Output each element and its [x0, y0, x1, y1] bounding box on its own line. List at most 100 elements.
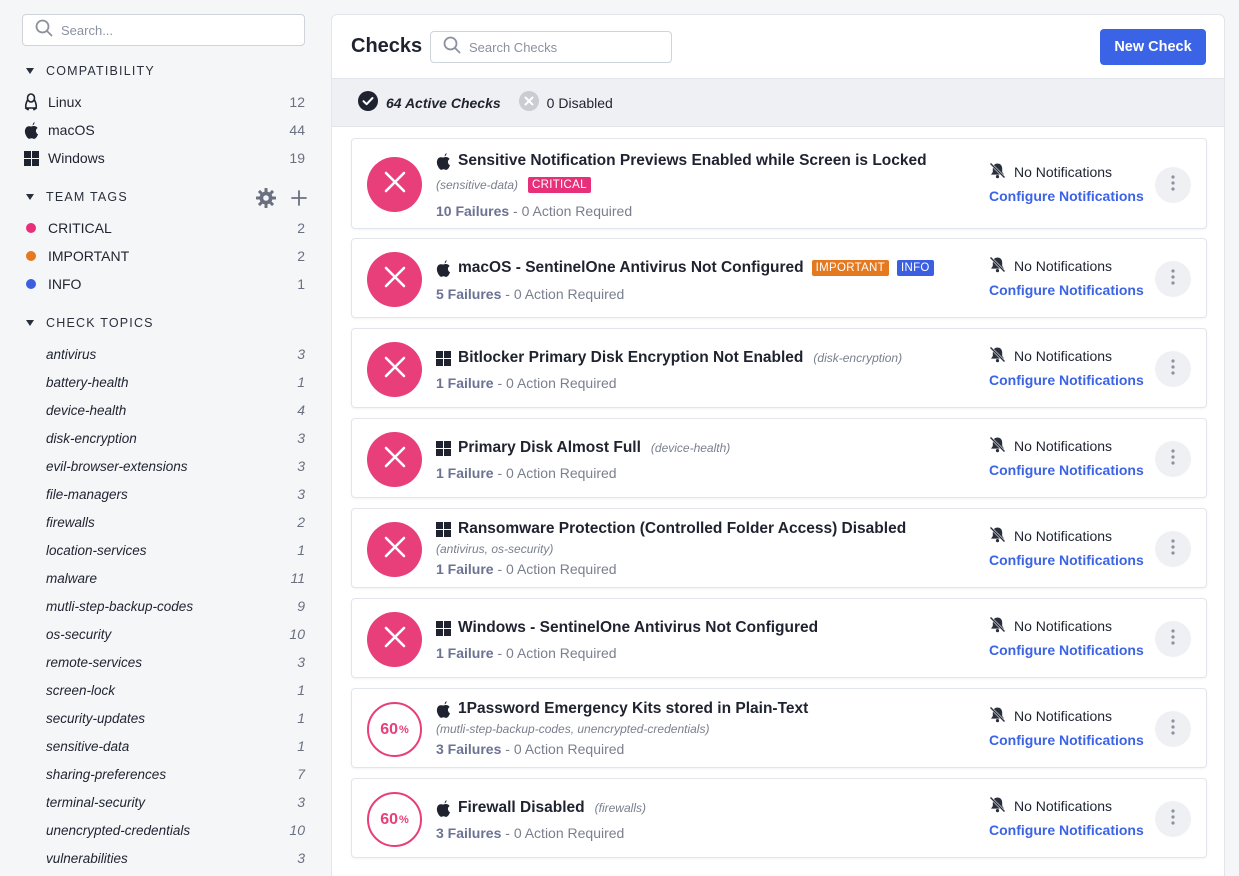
check-card[interactable]: Ransomware Protection (Controlled Folder… [351, 508, 1207, 588]
more-options-button[interactable] [1155, 167, 1191, 203]
check-card[interactable]: 60% Firewall Disabled (firewalls) 3 Failure… [351, 778, 1207, 858]
checks-header: Checks New Check [332, 15, 1224, 79]
configure-notifications-link[interactable]: Configure Notifications [989, 732, 1144, 748]
check-name[interactable]: Firewall Disabled [458, 799, 585, 817]
gear-icon[interactable] [255, 187, 277, 214]
failure-count[interactable]: 1 Failure [436, 645, 494, 661]
failure-count[interactable]: 1 Failure [436, 561, 494, 577]
sidebar-topic-sharing-preferences[interactable]: sharing-preferences 7 [22, 760, 305, 788]
sidebar-topic-remote-services[interactable]: remote-services 3 [22, 648, 305, 676]
sidebar-topic-malware[interactable]: malware 11 [22, 564, 305, 592]
windows-icon [436, 521, 452, 537]
check-name[interactable]: Ransomware Protection (Controlled Folder… [458, 520, 906, 538]
check-card[interactable]: Sensitive Notification Previews Enabled … [351, 138, 1207, 229]
check-card[interactable]: Primary Disk Almost Full (device-health) 1… [351, 418, 1207, 498]
topic-label: disk-encryption [46, 430, 137, 446]
more-options-button[interactable] [1155, 711, 1191, 747]
failed-status-indicator [367, 522, 422, 577]
configure-notifications-link[interactable]: Configure Notifications [989, 462, 1144, 478]
sidebar-topic-security-updates[interactable]: security-updates 1 [22, 704, 305, 732]
check-card[interactable]: Bitlocker Primary Disk Encryption Not En… [351, 328, 1207, 408]
check-card[interactable]: macOS - SentinelOne Antivirus Not Config… [351, 238, 1207, 318]
checks-search[interactable] [430, 31, 672, 63]
check-name[interactable]: 1Password Emergency Kits stored in Plain… [458, 700, 808, 718]
sidebar-item-important[interactable]: IMPORTANT 2 [22, 242, 305, 270]
check-topics-section-toggle[interactable]: CHECK TOPICS [22, 316, 154, 330]
failure-count[interactable]: 1 Failure [436, 375, 494, 391]
more-options-button[interactable] [1155, 441, 1191, 477]
sidebar-topic-battery-health[interactable]: battery-health 1 [22, 368, 305, 396]
configure-notifications-link[interactable]: Configure Notifications [989, 282, 1144, 298]
failure-count[interactable]: 1 Failure [436, 465, 494, 481]
tag-badge-critical: CRITICAL [528, 177, 591, 193]
kebab-menu-icon [1171, 358, 1175, 380]
disabled-checks-label: 0 Disabled [546, 94, 613, 111]
sidebar-topic-firewalls[interactable]: firewalls 2 [22, 508, 305, 536]
check-card[interactable]: 60% 1Password Emergency Kits stored in Pl… [351, 688, 1207, 768]
sidebar-search-input[interactable] [61, 22, 291, 38]
team-tags-heading: TEAM TAGS [46, 190, 128, 204]
topic-count: 3 [297, 346, 305, 362]
sidebar-topic-file-managers[interactable]: file-managers 3 [22, 480, 305, 508]
failure-summary: 10 Failures - 0 Action Required [436, 203, 632, 219]
sidebar-topic-os-security[interactable]: os-security 10 [22, 620, 305, 648]
team-tags-section-toggle[interactable]: TEAM TAGS [22, 190, 128, 204]
check-name[interactable]: Bitlocker Primary Disk Encryption Not En… [458, 349, 803, 367]
more-options-button[interactable] [1155, 261, 1191, 297]
more-options-button[interactable] [1155, 531, 1191, 567]
new-check-button[interactable]: New Check [1100, 29, 1206, 65]
failure-count[interactable]: 3 Failures [436, 741, 501, 757]
sidebar-item-info[interactable]: INFO 1 [22, 270, 305, 298]
check-name[interactable]: Sensitive Notification Previews Enabled … [458, 152, 927, 170]
check-title-row: Ransomware Protection (Controlled Folder… [436, 520, 906, 538]
sidebar-topic-terminal-security[interactable]: terminal-security 3 [22, 788, 305, 816]
disabled-checks-filter[interactable]: 0 Disabled [518, 91, 613, 114]
sidebar-search[interactable] [22, 14, 305, 46]
sidebar-topic-antivirus[interactable]: antivirus 3 [22, 340, 305, 368]
more-options-button[interactable] [1155, 621, 1191, 657]
check-name[interactable]: Primary Disk Almost Full [458, 439, 641, 457]
sidebar-topic-location-services[interactable]: location-services 1 [22, 536, 305, 564]
failure-count[interactable]: 10 Failures [436, 203, 509, 219]
check-name[interactable]: Windows - SentinelOne Antivirus Not Conf… [458, 619, 818, 637]
compatibility-heading: COMPATIBILITY [46, 64, 155, 78]
topic-count: 10 [289, 626, 305, 642]
check-name[interactable]: macOS - SentinelOne Antivirus Not Config… [458, 259, 804, 277]
notification-status-label: No Notifications [1014, 708, 1113, 724]
configure-notifications-link[interactable]: Configure Notifications [989, 188, 1144, 204]
sidebar-topic-unencrypted-credentials[interactable]: unencrypted-credentials 10 [22, 816, 305, 844]
bell-off-icon [989, 436, 1006, 456]
more-options-button[interactable] [1155, 351, 1191, 387]
compatibility-section-toggle[interactable]: COMPATIBILITY [22, 64, 155, 78]
configure-notifications-link[interactable]: Configure Notifications [989, 642, 1144, 658]
sidebar-item-windows[interactable]: Windows 19 [22, 144, 305, 172]
configure-notifications-link[interactable]: Configure Notifications [989, 552, 1144, 568]
pass-rate-unit: % [399, 813, 409, 826]
pass-rate-indicator: 60% [367, 702, 422, 757]
sidebar-topic-sensitive-data[interactable]: sensitive-data 1 [22, 732, 305, 760]
more-options-button[interactable] [1155, 801, 1191, 837]
windows-icon [436, 350, 452, 366]
sidebar-item-macos[interactable]: macOS 44 [22, 116, 305, 144]
check-card[interactable]: Windows - SentinelOne Antivirus Not Conf… [351, 598, 1207, 678]
failure-count[interactable]: 5 Failures [436, 286, 501, 302]
sidebar-topic-device-health[interactable]: device-health 4 [22, 396, 305, 424]
topic-label: os-security [46, 626, 112, 642]
page-title: Checks [351, 35, 423, 57]
configure-notifications-link[interactable]: Configure Notifications [989, 372, 1144, 388]
active-checks-filter[interactable]: 64 Active Checks [358, 91, 501, 114]
sidebar-item-linux[interactable]: Linux 12 [22, 88, 305, 116]
add-tag-plus-icon[interactable] [291, 190, 307, 211]
failure-count[interactable]: 3 Failures [436, 825, 501, 841]
sidebar-topic-vulnerabilities[interactable]: vulnerabilities 3 [22, 844, 305, 872]
sidebar-item-count: 1 [297, 276, 305, 292]
x-icon [383, 170, 407, 199]
configure-notifications-link[interactable]: Configure Notifications [989, 822, 1144, 838]
sidebar-topic-mutli-step-backup-codes[interactable]: mutli-step-backup-codes 9 [22, 592, 305, 620]
sidebar-topic-disk-encryption[interactable]: disk-encryption 3 [22, 424, 305, 452]
sidebar-topic-screen-lock[interactable]: screen-lock 1 [22, 676, 305, 704]
sidebar-topic-evil-browser-extensions[interactable]: evil-browser-extensions 3 [22, 452, 305, 480]
checks-search-input[interactable] [469, 39, 659, 55]
kebab-menu-icon [1171, 174, 1175, 196]
sidebar-item-critical[interactable]: CRITICAL 2 [22, 214, 305, 242]
